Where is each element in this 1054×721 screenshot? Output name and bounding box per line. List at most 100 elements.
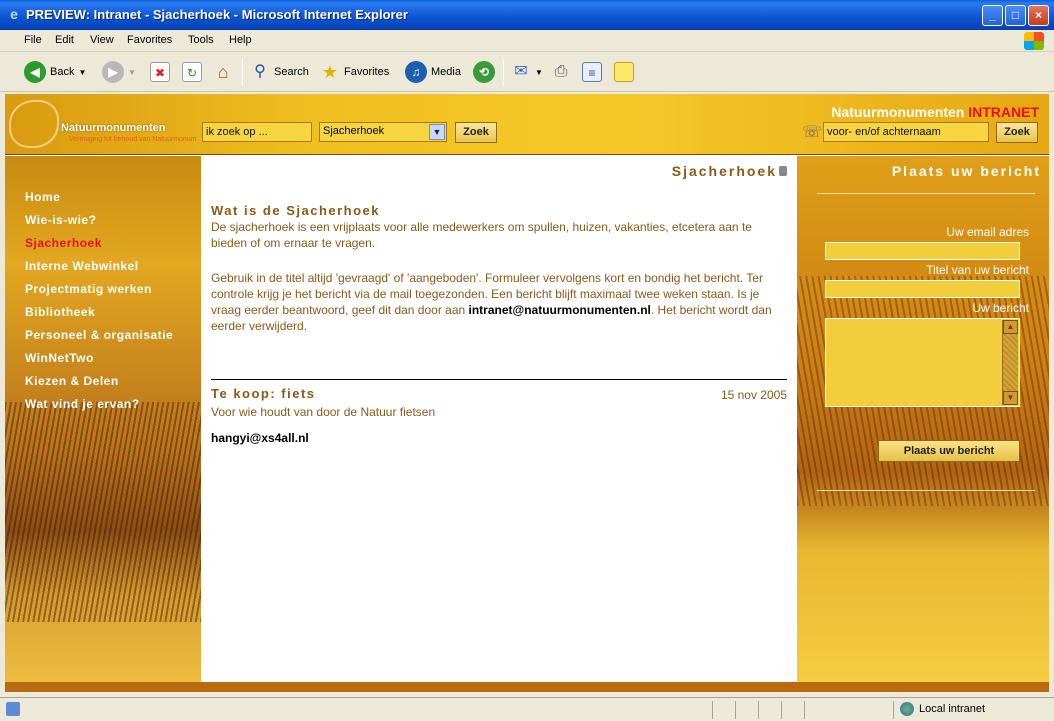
people-search-button[interactable]: Zoek <box>996 122 1038 143</box>
title-label: Titel van uw bericht <box>926 263 1029 277</box>
post-email-link[interactable]: hangyi@xs4all.nl <box>211 431 309 445</box>
menu-help[interactable]: Help <box>229 34 252 46</box>
divider <box>817 193 1035 194</box>
chevron-down-icon[interactable]: ▼ <box>535 68 543 77</box>
chevron-down-icon[interactable]: ▼ <box>128 68 136 77</box>
nav-item-winnettwo[interactable]: WinNetTwo <box>25 351 94 365</box>
discuss-button[interactable] <box>614 60 634 84</box>
home-button[interactable]: ⌂ <box>213 60 233 84</box>
search-scope-value: Sjacherhoek <box>323 125 385 137</box>
menu-view[interactable]: View <box>90 34 114 46</box>
menu-favorites[interactable]: Favorites <box>127 34 172 46</box>
contact-email-link[interactable]: intranet@natuurmonumenten.nl <box>469 303 651 317</box>
chevron-down-icon[interactable]: ▼ <box>78 68 86 77</box>
brand-title-suffix: INTRANET <box>968 104 1039 120</box>
menu-bar: File Edit View Favorites Tools Help <box>0 30 1054 52</box>
security-zone: Local intranet <box>919 703 986 715</box>
message-label: Uw bericht <box>972 301 1029 315</box>
status-segment <box>712 701 713 719</box>
print-button[interactable]: ⎙ <box>551 60 571 84</box>
brand-title: Natuurmonumenten <box>831 104 965 120</box>
panel-title: Plaats uw bericht <box>891 163 1041 179</box>
refresh-button[interactable]: ↻ <box>182 60 202 84</box>
message-scrollbar[interactable]: ▲ ▼ <box>1002 320 1018 405</box>
grass-background <box>5 402 201 622</box>
favorites-button[interactable]: ★ Favorites <box>320 60 389 84</box>
search-scope-select[interactable]: Sjacherhoek ▼ <box>319 122 447 142</box>
status-segment <box>735 701 736 719</box>
submit-message-button[interactable]: Plaats uw bericht <box>878 440 1020 462</box>
search-submit-button[interactable]: Zoek <box>455 122 497 143</box>
star-icon: ★ <box>321 62 339 82</box>
menu-tools[interactable]: Tools <box>188 34 214 46</box>
windows-logo-icon <box>1024 32 1044 50</box>
window-title: PREVIEW: Intranet - Sjacherhoek - Micros… <box>26 7 408 22</box>
logo-brand: Natuurmonumenten <box>61 122 166 134</box>
chevron-down-icon[interactable]: ▼ <box>429 124 445 140</box>
nav-item-home[interactable]: Home <box>25 190 60 204</box>
instructions-text: Gebruik in de titel altijd 'gevraagd' of… <box>211 270 781 334</box>
forward-button[interactable]: ▶ ▼ <box>102 60 136 84</box>
home-icon: ⌂ <box>217 62 229 82</box>
title-field[interactable] <box>825 280 1020 298</box>
back-label: Back <box>50 66 75 78</box>
status-segment <box>781 701 782 719</box>
forward-arrow-icon: ▶ <box>102 61 124 83</box>
email-label: Uw email adres <box>946 225 1029 239</box>
stop-icon: ✖ <box>150 62 170 82</box>
toolbar: ◀ Back ▼ ▶ ▼ ✖ ↻ ⌂ ⚲ Search ★ Favorites … <box>0 52 1054 92</box>
minimize-button[interactable]: _ <box>982 5 1003 26</box>
mail-icon: ✉ <box>514 63 528 80</box>
menu-file[interactable]: File <box>24 34 42 46</box>
close-button[interactable]: × <box>1028 5 1049 26</box>
nav-item-wie-is-wie[interactable]: Wie-is-wie? <box>25 213 96 227</box>
menu-edit[interactable]: Edit <box>55 34 74 46</box>
nav-item-interne-webwinkel[interactable]: Interne Webwinkel <box>25 259 139 273</box>
nav-item-bibliotheek[interactable]: Bibliotheek <box>25 305 95 319</box>
maximize-button[interactable]: □ <box>1005 5 1026 26</box>
nav-item-sjacherhoek[interactable]: Sjacherhoek <box>25 236 102 250</box>
site-logo[interactable]: Natuurmonumenten Vereniging tot behoud v… <box>9 100 197 148</box>
edit-button[interactable]: ≡ <box>582 60 602 84</box>
message-field[interactable]: ▲ ▼ <box>825 318 1020 407</box>
back-arrow-icon: ◀ <box>24 61 46 83</box>
nav-item-personeel-organisatie[interactable]: Personeel & organisatie <box>25 328 173 342</box>
media-icon: ♫ <box>405 61 427 83</box>
nav-item-kiezen-delen[interactable]: Kiezen & Delen <box>25 374 119 388</box>
search-label: Search <box>274 66 309 78</box>
scroll-up-icon[interactable]: ▲ <box>1003 320 1018 334</box>
divider <box>817 490 1035 491</box>
post-date: 15 nov 2005 <box>720 388 787 402</box>
stop-button[interactable]: ✖ <box>150 60 170 84</box>
people-search-input[interactable] <box>823 122 989 142</box>
scroll-down-icon[interactable]: ▼ <box>1003 391 1018 405</box>
breadcrumb: Sjacherhoek <box>672 163 787 179</box>
favorites-label: Favorites <box>344 66 390 78</box>
edit-page-icon: ≡ <box>582 62 602 82</box>
left-navigation: Home Wie-is-wie? Sjacherhoek Interne Web… <box>5 156 201 692</box>
media-label: Media <box>431 66 461 78</box>
footer-bar <box>201 682 1049 692</box>
back-button[interactable]: ◀ Back ▼ <box>24 60 86 84</box>
breadcrumb-label: Sjacherhoek <box>671 163 777 179</box>
lock-icon <box>779 166 787 176</box>
bird-logo-icon <box>9 100 59 148</box>
email-field[interactable] <box>825 242 1020 260</box>
mail-button[interactable]: ✉ ▼ <box>511 60 543 84</box>
media-button[interactable]: ♫ Media <box>405 60 461 84</box>
search-input[interactable] <box>202 122 312 142</box>
footer-bar <box>5 682 201 692</box>
main-content: Sjacherhoek Wat is de Sjacherhoek De sja… <box>201 156 797 682</box>
web-page: Natuurmonumenten Vereniging tot behoud v… <box>5 94 1049 692</box>
post-title: Te koop: fiets <box>211 386 316 401</box>
intro-text: De sjacherhoek is een vrijplaats voor al… <box>211 220 752 250</box>
toolbar-separator <box>242 58 243 86</box>
status-segment <box>804 701 805 719</box>
search-button[interactable]: ⚲ Search <box>250 60 309 84</box>
nav-item-wat-vind-je-ervan[interactable]: Wat vind je ervan? <box>25 397 140 411</box>
intranet-brand-title: Natuurmonumenten INTRANET <box>831 104 1039 120</box>
history-button[interactable]: ⟲ <box>473 60 495 84</box>
printer-icon: ⎙ <box>554 63 568 80</box>
nav-item-projectmatig-werken[interactable]: Projectmatig werken <box>25 282 152 296</box>
site-header: Natuurmonumenten Vereniging tot behoud v… <box>5 94 1049 155</box>
